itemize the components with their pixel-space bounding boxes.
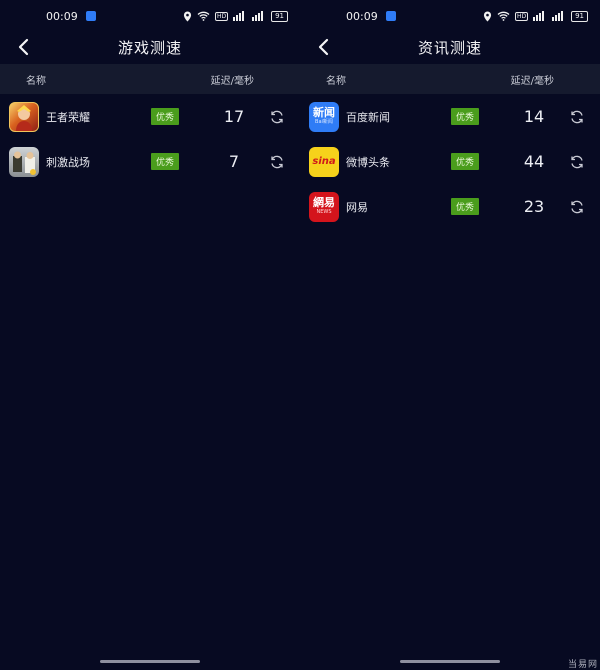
- status-badge: 优秀: [451, 153, 480, 170]
- list-item[interactable]: 王者荣耀 优秀 17: [0, 94, 300, 139]
- column-latency-label: 延迟/毫秒: [510, 75, 554, 87]
- chevron-left-icon: [318, 38, 329, 56]
- latency-value: 7: [228, 152, 240, 171]
- home-indicator[interactable]: [100, 660, 200, 663]
- signal-icon-sim2: [552, 11, 566, 21]
- netease-icon: 網易 NEWS: [309, 191, 339, 222]
- refresh-icon[interactable]: [269, 154, 285, 170]
- game-list: 王者荣耀 优秀 17 刺激战场 优秀 7: [0, 94, 300, 184]
- list-item[interactable]: 刺激战场 优秀 7: [0, 139, 300, 184]
- home-indicator[interactable]: [400, 660, 500, 663]
- nav-bar: 游戏测速: [0, 32, 300, 62]
- app-name: 刺激战场: [46, 155, 90, 169]
- watermark: 当易网: [567, 660, 598, 670]
- chevron-left-icon: [18, 38, 29, 56]
- honor-of-kings-icon: [9, 101, 39, 132]
- game-speed-screen: 00:09 HD 91 游戏测速 名称 延迟/毫秒 王者荣耀 优秀 17 刺激战…: [0, 0, 300, 670]
- app-name: 微博头条: [346, 155, 390, 169]
- back-button[interactable]: [310, 34, 336, 60]
- pubg-icon: [9, 146, 39, 177]
- column-latency-label: 延迟/毫秒: [210, 75, 254, 87]
- notification-app-icon: [85, 11, 96, 21]
- column-header: 名称 延迟/毫秒: [300, 64, 600, 94]
- latency-value: 14: [523, 107, 545, 126]
- news-speed-screen: 00:09 HD 91 资讯测速 名称 延迟/毫秒 新闻 Bai新闻 百度新闻 …: [300, 0, 600, 670]
- notification-app-icon: [385, 11, 396, 21]
- sina-weibo-icon: sina: [309, 146, 339, 177]
- signal-icon-sim1: [533, 11, 547, 21]
- app-name: 王者荣耀: [46, 110, 90, 124]
- status-bar: 00:09 HD 91: [300, 0, 600, 32]
- signal-icon-sim1: [233, 11, 247, 21]
- location-icon: [183, 11, 192, 22]
- refresh-icon[interactable]: [569, 109, 585, 125]
- page-title: 游戏测速: [117, 38, 182, 57]
- column-name-label: 名称: [326, 75, 346, 87]
- refresh-icon[interactable]: [269, 109, 285, 125]
- signal-icon-sim2: [252, 11, 266, 21]
- status-time: 00:09: [346, 9, 378, 23]
- hd-voice-icon: HD: [514, 11, 529, 21]
- status-time: 00:09: [46, 9, 78, 23]
- column-header: 名称 延迟/毫秒: [0, 64, 300, 94]
- nav-bar: 资讯测速: [300, 32, 600, 62]
- battery-icon: 91: [271, 10, 288, 22]
- latency-value: 17: [223, 107, 245, 126]
- app-name: 网易: [346, 200, 368, 214]
- back-button[interactable]: [10, 34, 36, 60]
- status-badge: 优秀: [451, 198, 480, 215]
- hd-voice-icon: HD: [214, 11, 229, 21]
- wifi-icon: [197, 11, 210, 21]
- refresh-icon[interactable]: [569, 154, 585, 170]
- list-item[interactable]: 新闻 Bai新闻 百度新闻 优秀 14: [300, 94, 600, 139]
- baidu-news-icon: 新闻 Bai新闻: [309, 101, 339, 132]
- list-item[interactable]: 網易 NEWS 网易 优秀 23: [300, 184, 600, 229]
- battery-icon: 91: [571, 10, 588, 22]
- news-list: 新闻 Bai新闻 百度新闻 优秀 14 sina 微博头条 优秀 44 網易 N…: [300, 94, 600, 229]
- status-bar: 00:09 HD 91: [0, 0, 300, 32]
- page-title: 资讯测速: [417, 38, 482, 57]
- refresh-icon[interactable]: [569, 199, 585, 215]
- app-name: 百度新闻: [346, 110, 390, 124]
- status-badge: 优秀: [151, 153, 180, 170]
- latency-value: 44: [523, 152, 545, 171]
- column-name-label: 名称: [26, 75, 46, 87]
- location-icon: [483, 11, 492, 22]
- status-badge: 优秀: [451, 108, 480, 125]
- wifi-icon: [497, 11, 510, 21]
- status-badge: 优秀: [151, 108, 180, 125]
- list-item[interactable]: sina 微博头条 优秀 44: [300, 139, 600, 184]
- latency-value: 23: [523, 197, 545, 216]
